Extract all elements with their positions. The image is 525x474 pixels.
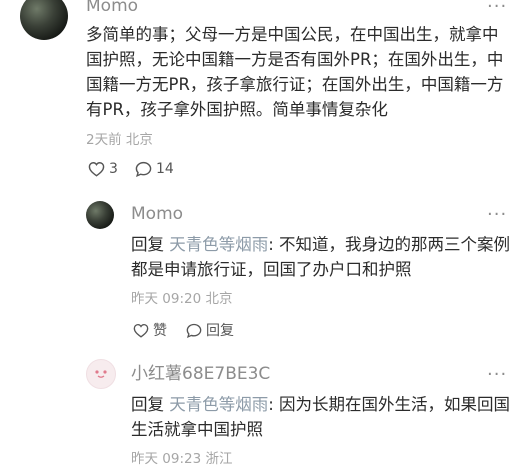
avatar[interactable] <box>86 201 114 229</box>
reply-time: 昨天 09:23 <box>131 451 202 467</box>
reply-location: 浙江 <box>205 451 233 467</box>
reply-time: 昨天 09:20 <box>131 291 202 307</box>
reply-button[interactable]: 回复 <box>186 320 234 340</box>
avatar[interactable] <box>20 0 68 40</box>
reply-author[interactable]: 小红薯68E7BE3C <box>131 364 270 384</box>
reply-text: 回复 天青色等烟雨: 不知道，我身边的那两三个案例都是申请旅行证，回国了办户口和… <box>131 232 511 282</box>
reply-to-user[interactable]: 天青色等烟雨 <box>169 235 268 254</box>
like-label: 赞 <box>153 323 167 339</box>
reply-text: 回复 天青色等烟雨: 因为长期在国外生活，如果回国生活就拿中国护照 <box>131 392 511 442</box>
comment-bubble-icon <box>186 323 202 338</box>
more-options-icon[interactable]: ··· <box>487 366 507 384</box>
comment-bubble-icon <box>135 161 152 177</box>
reply-count: 14 <box>156 161 174 177</box>
reply-location: 北京 <box>205 291 233 307</box>
more-options-icon[interactable]: ··· <box>487 0 507 16</box>
comment-text: 多简单的事；父母一方是中国公民，在中国出生，就拿中国护照，无论中国籍一方是否有国… <box>86 25 504 119</box>
reply-label: 回复 <box>131 235 164 254</box>
reply-meta: 昨天 09:20 北京 <box>131 290 233 308</box>
comment-author[interactable]: Momo <box>86 0 138 16</box>
heart-icon <box>88 161 105 177</box>
comment-time: 2天前 <box>86 132 122 148</box>
reply-count-button[interactable]: 14 <box>135 161 174 177</box>
like-button[interactable]: 3 <box>88 161 118 177</box>
heart-icon <box>133 323 149 338</box>
more-options-icon[interactable]: ··· <box>487 206 507 224</box>
avatar[interactable] <box>86 359 116 389</box>
reply-meta: 昨天 09:23 浙江 <box>131 450 233 468</box>
reply-to-user[interactable]: 天青色等烟雨 <box>169 395 268 414</box>
like-button[interactable]: 赞 <box>133 320 167 340</box>
reply-label: 回复 <box>131 395 164 414</box>
avatar-face-icon <box>92 365 110 384</box>
comment-meta: 2天前 北京 <box>86 131 153 149</box>
reply-action-label: 回复 <box>206 323 234 339</box>
comment-location: 北京 <box>125 132 153 148</box>
reply-author[interactable]: Momo <box>131 204 183 224</box>
like-count: 3 <box>109 161 118 177</box>
